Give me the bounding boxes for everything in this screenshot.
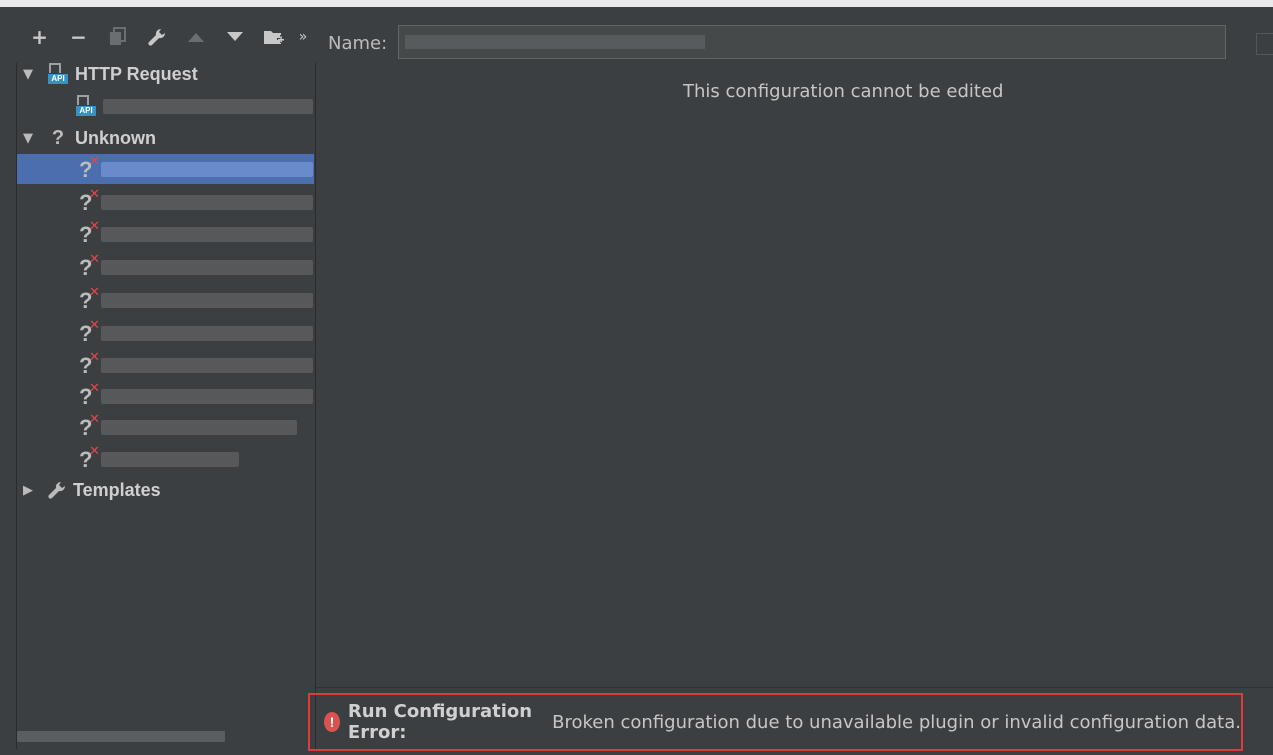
broken-config-icon: ? ✕ <box>79 318 100 346</box>
tree-group-unknown[interactable]: ▼ ? Unknown <box>17 123 314 153</box>
redacted-name <box>101 452 239 467</box>
configurations-panel: + − » ▼ API HTTP Request API ▼ ? Unknown… <box>0 7 316 755</box>
redacted-name <box>101 389 313 404</box>
tree-item-http-request[interactable]: API <box>17 91 314 121</box>
tree-group-http-request[interactable]: ▼ API HTTP Request <box>17 59 314 89</box>
broken-config-icon: ? ✕ <box>79 154 100 182</box>
copy-icon <box>109 27 126 45</box>
redacted-name <box>101 358 313 373</box>
not-editable-message: This configuration cannot be edited <box>683 81 1004 102</box>
edit-templates-button[interactable] <box>137 25 176 49</box>
configuration-editor: Name: This configuration cannot be edite… <box>316 7 1273 755</box>
broken-config-icon: ? ✕ <box>79 285 100 313</box>
tree-item-unknown-config[interactable]: ? ✕ <box>17 154 314 184</box>
broken-config-icon: ? ✕ <box>79 412 100 440</box>
new-folder-button[interactable] <box>254 25 293 49</box>
horizontal-scrollbar[interactable] <box>17 731 225 742</box>
broken-config-icon: ? ✕ <box>79 381 100 409</box>
redacted-name <box>101 195 313 210</box>
redacted-name <box>101 260 313 275</box>
tree-toolbar: + − » <box>20 25 313 49</box>
more-actions-button[interactable]: » <box>293 25 313 49</box>
tree-item-unknown-config[interactable]: ? ✕ <box>17 318 314 348</box>
redacted-name <box>101 293 313 308</box>
redacted-name <box>103 99 313 114</box>
broken-config-icon: ? ✕ <box>79 187 100 215</box>
question-icon: ? <box>51 126 65 149</box>
api-icon: API <box>47 63 69 85</box>
error-message: Broken configuration due to unavailable … <box>552 711 1241 733</box>
expand-arrow-icon[interactable]: ▼ <box>17 131 39 146</box>
name-field[interactable] <box>398 25 1226 59</box>
triangle-up-icon <box>187 33 204 42</box>
run-configuration-error: ! Run Configuration Error: Broken config… <box>308 693 1243 751</box>
move-up-button[interactable] <box>176 25 215 49</box>
tree-group-templates[interactable]: ▶ Templates <box>17 475 314 505</box>
store-as-file-checkbox[interactable] <box>1256 33 1273 55</box>
broken-config-icon: ? ✕ <box>79 444 100 472</box>
triangle-down-icon <box>226 32 243 41</box>
broken-config-icon: ? ✕ <box>79 252 100 280</box>
window-top-strip <box>0 0 1273 7</box>
redacted-name <box>101 420 297 435</box>
tree-item-unknown-config[interactable]: ? ✕ <box>17 219 314 249</box>
move-down-button[interactable] <box>215 25 254 49</box>
tree-group-label: HTTP Request <box>75 63 198 84</box>
wrench-icon <box>47 480 69 500</box>
redacted-name <box>405 35 705 49</box>
tree-item-unknown-config[interactable]: ? ✕ <box>17 252 314 282</box>
error-icon: ! <box>324 712 340 732</box>
redacted-name <box>101 326 313 341</box>
tree-item-unknown-config[interactable]: ? ✕ <box>17 444 314 474</box>
tree-item-unknown-config[interactable]: ? ✕ <box>17 187 314 217</box>
error-title: Run Configuration Error: <box>347 701 533 743</box>
broken-config-icon: ? ✕ <box>79 350 100 378</box>
redacted-name <box>101 162 313 177</box>
tree-item-unknown-config[interactable]: ? ✕ <box>17 350 314 380</box>
remove-button[interactable]: − <box>59 25 98 49</box>
folder-add-icon <box>263 31 285 44</box>
tree-item-unknown-config[interactable]: ? ✕ <box>17 412 314 442</box>
name-label: Name: <box>328 33 388 54</box>
add-button[interactable]: + <box>20 25 59 49</box>
collapse-arrow-icon[interactable]: ▶ <box>17 483 39 498</box>
expand-arrow-icon[interactable]: ▼ <box>17 67 39 82</box>
broken-config-icon: ? ✕ <box>79 219 100 247</box>
redacted-name <box>101 227 313 242</box>
tree-item-unknown-config[interactable]: ? ✕ <box>17 285 314 315</box>
tree-item-unknown-config[interactable]: ? ✕ <box>17 381 314 411</box>
api-icon: API <box>75 95 97 117</box>
tree-group-label: Unknown <box>75 127 156 148</box>
wrench-icon <box>147 28 165 46</box>
tree-group-label: Templates <box>73 479 161 500</box>
copy-button[interactable] <box>98 25 137 49</box>
divider <box>316 687 1273 688</box>
